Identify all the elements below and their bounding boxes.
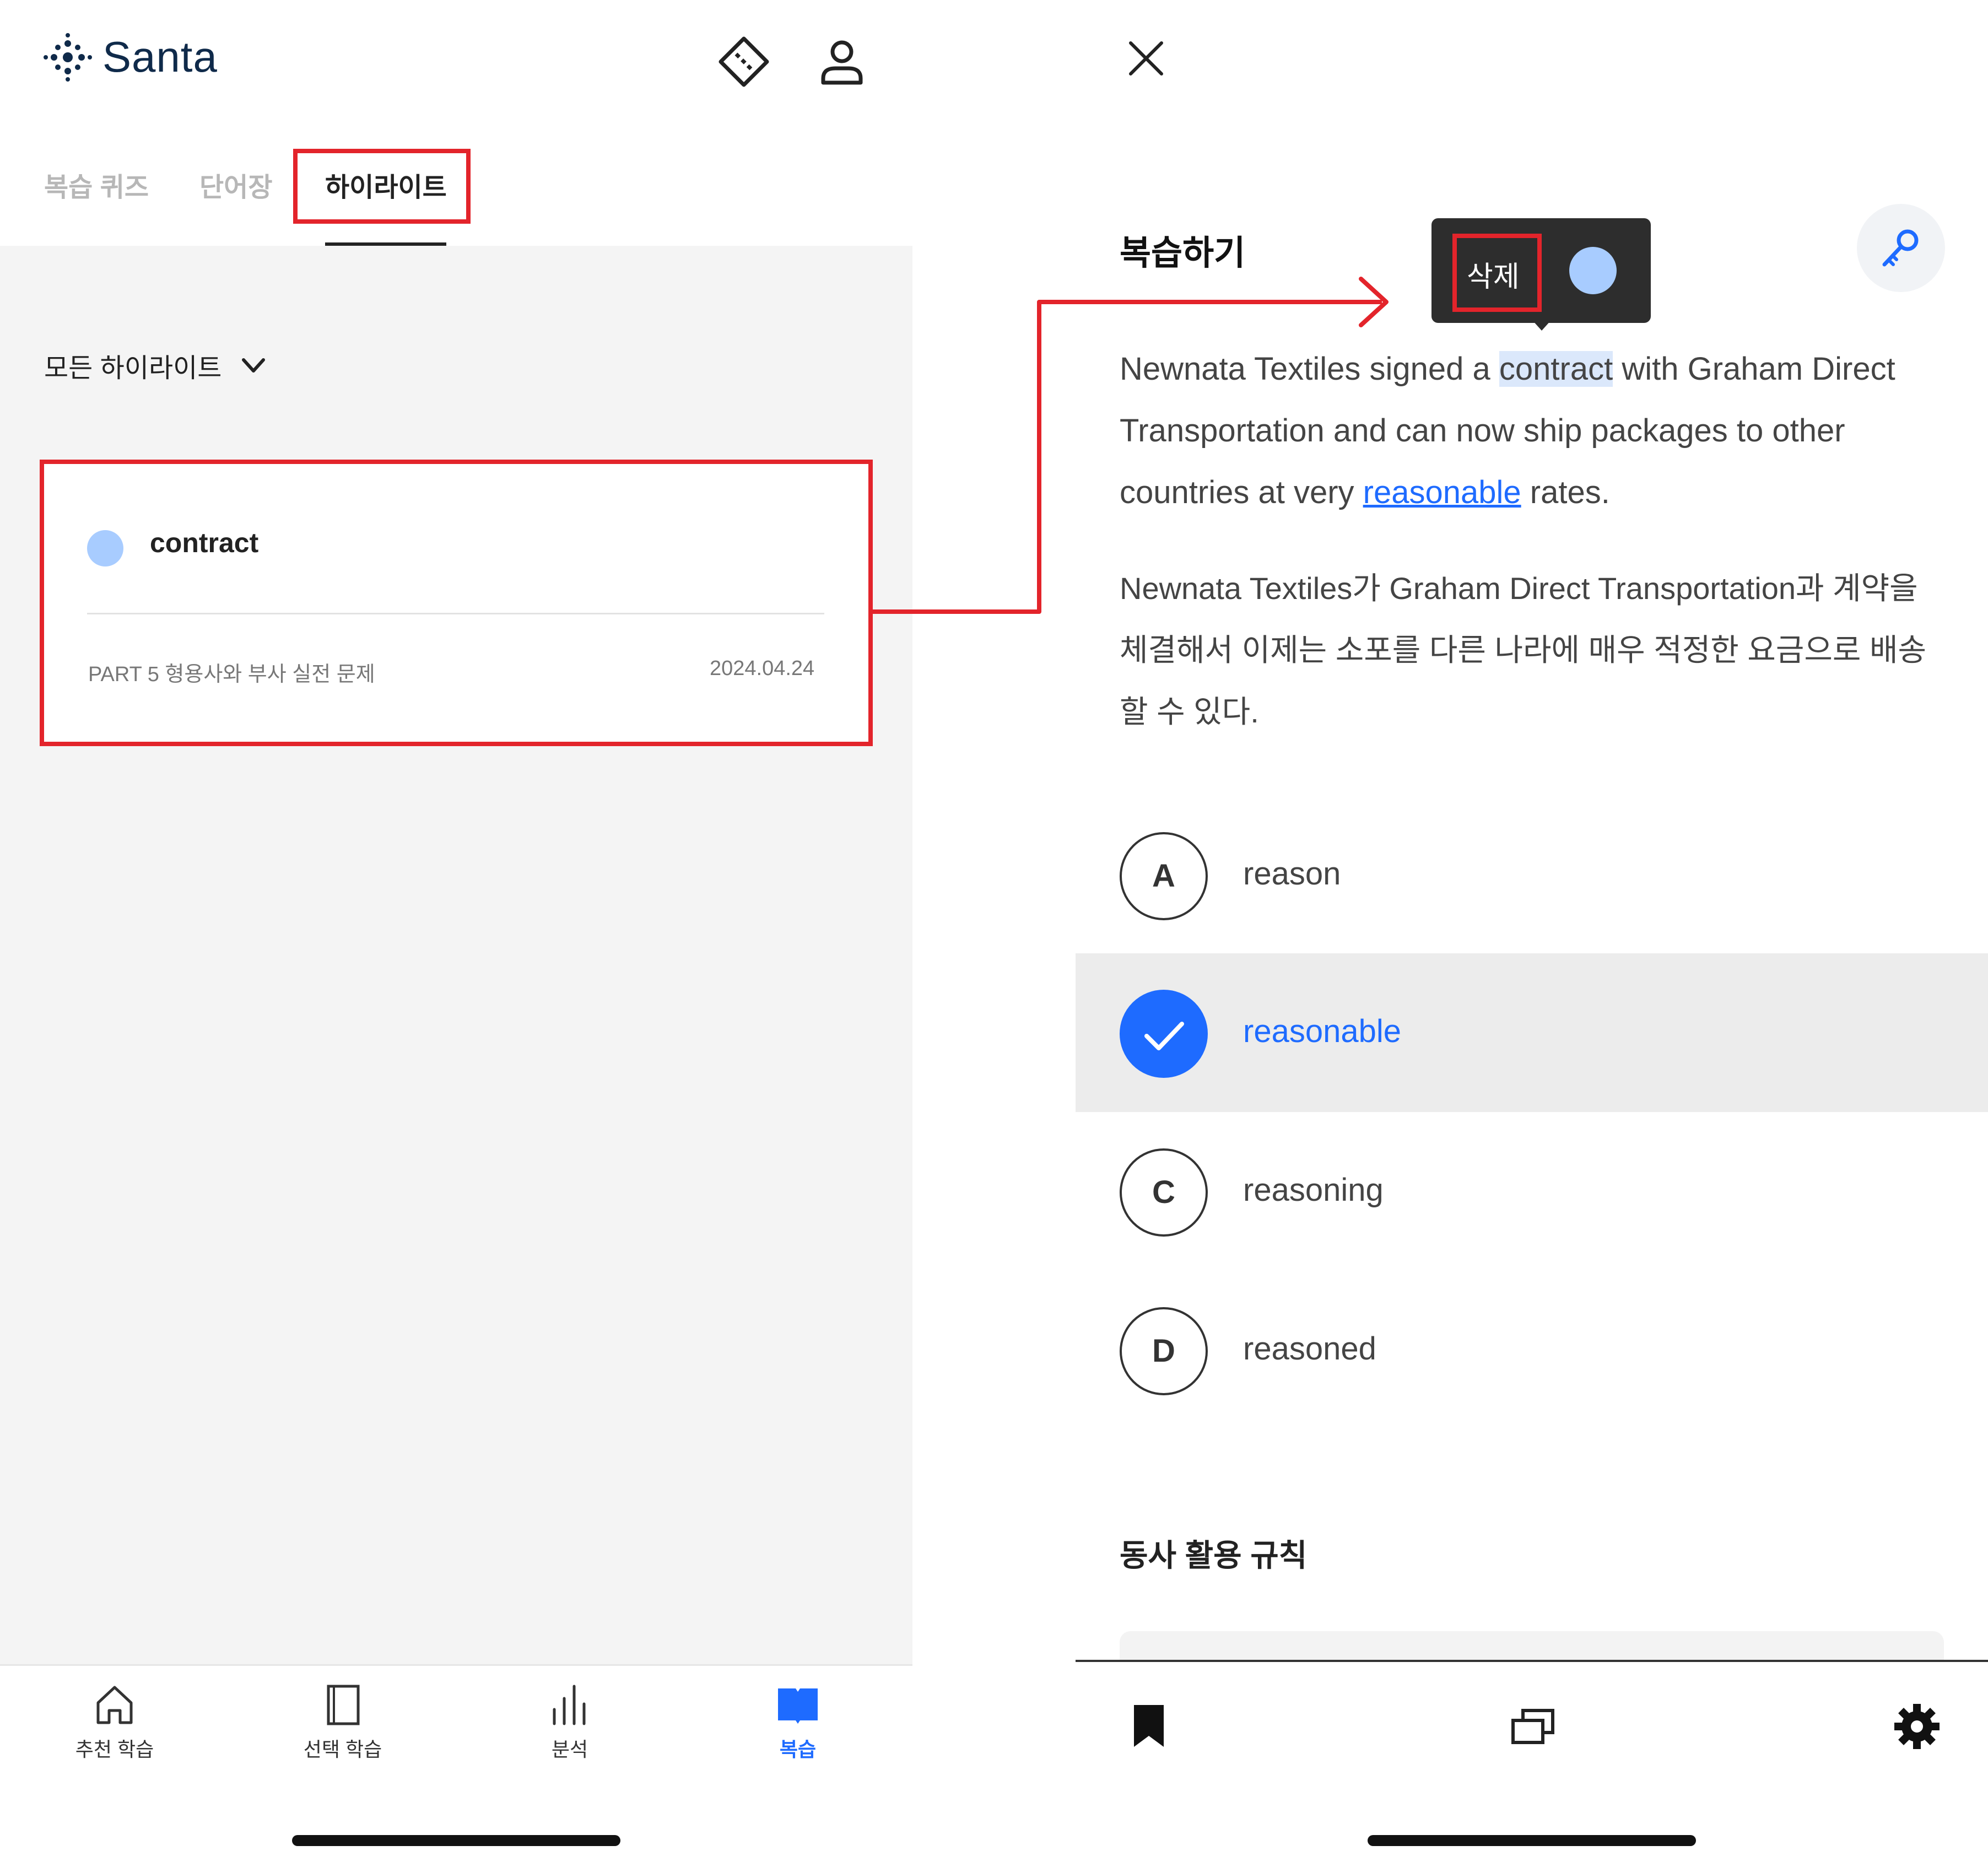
option-letter: C bbox=[1120, 1148, 1208, 1237]
highlight-list-area bbox=[0, 246, 912, 1664]
annotation-box-card bbox=[40, 460, 873, 746]
option-text: reasoned bbox=[1243, 1331, 1376, 1367]
nav-analysis[interactable]: 분석 bbox=[487, 1682, 652, 1762]
cards-icon[interactable] bbox=[1510, 1703, 1556, 1749]
nav-selected-study[interactable]: 선택 학습 bbox=[260, 1682, 425, 1762]
rule-section-title: 동사 활용 규칙 bbox=[1120, 1538, 1308, 1573]
nav-recommended-study[interactable]: 추천 학습 bbox=[32, 1682, 197, 1762]
passage-text: Newnata Textiles signed a bbox=[1120, 351, 1499, 387]
annotation-box-tab bbox=[293, 149, 471, 224]
close-icon[interactable] bbox=[1125, 37, 1167, 79]
answer-word: reasonable bbox=[1363, 474, 1521, 510]
option-text: reasoning bbox=[1243, 1172, 1384, 1208]
question-passage-en: Newnata Textiles signed a contract with … bbox=[1120, 338, 1946, 524]
tab-vocabulary[interactable]: 단어장 bbox=[199, 165, 272, 204]
key-icon bbox=[1882, 229, 1919, 267]
home-indicator bbox=[1368, 1835, 1696, 1846]
option-selected-marker bbox=[1120, 990, 1208, 1078]
option-letter: D bbox=[1120, 1307, 1208, 1395]
option-text: reasonable bbox=[1243, 1013, 1401, 1049]
profile-icon[interactable] bbox=[815, 35, 868, 88]
checkmark-icon bbox=[1144, 1022, 1184, 1050]
nav-label: 분석 bbox=[551, 1738, 588, 1761]
santa-logo-icon bbox=[44, 33, 92, 82]
annotation-box-delete bbox=[1452, 234, 1542, 312]
bar-chart-icon bbox=[553, 1685, 586, 1725]
santa-logo: Santa bbox=[43, 32, 218, 82]
filter-label: 모든 하이라이트 bbox=[44, 354, 222, 383]
highlight-color-swatch[interactable] bbox=[1569, 247, 1617, 294]
answer-option-c[interactable]: C reasoning bbox=[1076, 1112, 1988, 1271]
option-text: reason bbox=[1243, 856, 1341, 892]
nav-label: 선택 학습 bbox=[303, 1738, 382, 1761]
highlighted-word[interactable]: contract bbox=[1499, 351, 1613, 387]
open-book-icon bbox=[778, 1688, 818, 1724]
highlight-filter-dropdown[interactable]: 모든 하이라이트 bbox=[44, 346, 269, 385]
bookmark-icon[interactable] bbox=[1130, 1703, 1168, 1749]
chevron-down-icon bbox=[242, 358, 266, 373]
tooltip-arrow bbox=[1532, 320, 1552, 331]
rule-content-box bbox=[1120, 1631, 1944, 1664]
nav-label: 추천 학습 bbox=[75, 1738, 154, 1761]
settings-icon[interactable] bbox=[1893, 1703, 1941, 1750]
home-icon bbox=[96, 1686, 133, 1724]
option-letter: A bbox=[1120, 832, 1208, 920]
page-title: 복습하기 bbox=[1120, 234, 1246, 272]
answer-option-d[interactable]: D reasoned bbox=[1076, 1271, 1988, 1429]
answer-option-a[interactable]: A reason bbox=[1076, 796, 1988, 954]
ticket-icon[interactable] bbox=[716, 34, 771, 89]
nav-label: 복습 bbox=[779, 1738, 817, 1761]
santa-logo-text: Santa bbox=[102, 33, 218, 81]
answer-option-b[interactable]: reasonable bbox=[1076, 953, 1988, 1112]
nav-review[interactable]: 복습 bbox=[715, 1682, 880, 1762]
home-indicator bbox=[292, 1835, 620, 1846]
book-outline-icon bbox=[327, 1685, 360, 1725]
passage-text: rates. bbox=[1521, 474, 1610, 510]
question-passage-ko: Newnata Textiles가 Graham Direct Transpor… bbox=[1120, 571, 1926, 729]
tab-review-quiz[interactable]: 복습 퀴즈 bbox=[44, 165, 149, 204]
